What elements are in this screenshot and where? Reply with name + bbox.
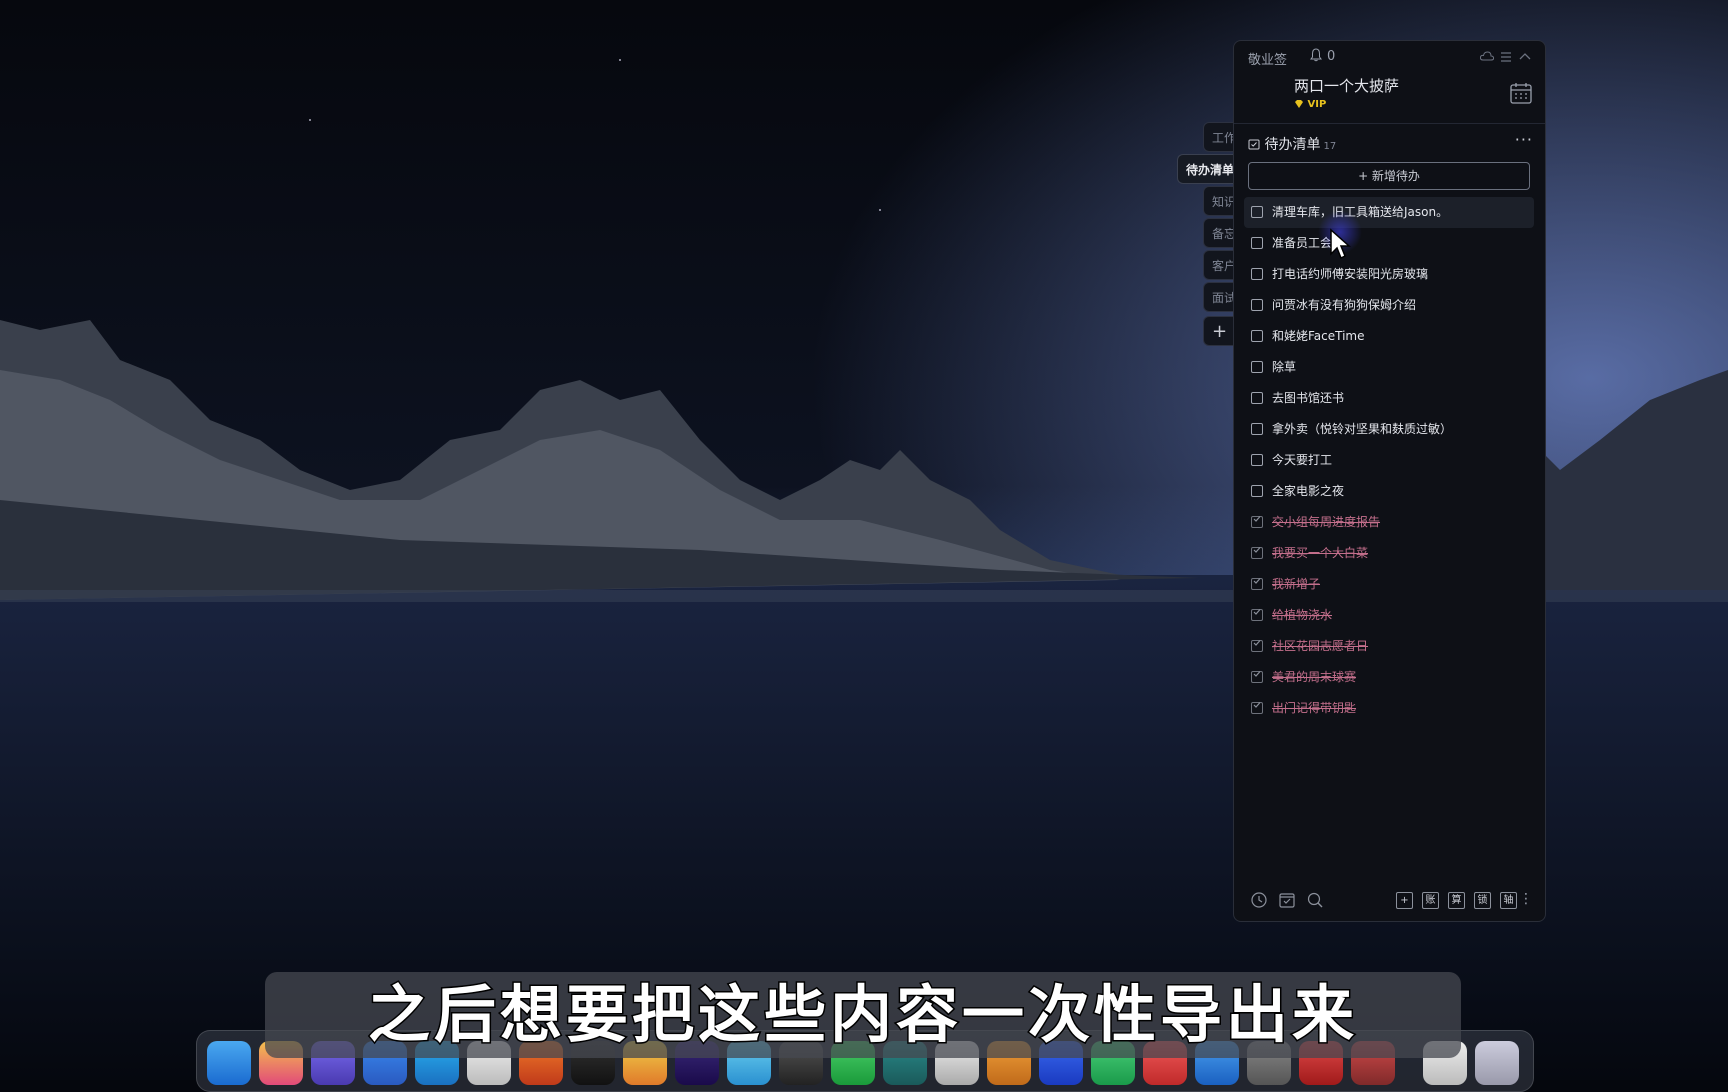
todo-checkbox[interactable] — [1251, 237, 1263, 249]
add-note-button[interactable]: + — [1396, 892, 1413, 909]
list-header: 待办清单 17 ··· — [1248, 130, 1533, 154]
trash-icon[interactable] — [1475, 1041, 1519, 1085]
divider — [1234, 123, 1545, 124]
video-subtitle: 之后想要把这些内容一次性导出来 — [265, 972, 1461, 1058]
todo-panel: 敬业签 0 两口一个大披萨 VIP 待办清单 17 ··· + 新增待办 清理车… — [1233, 40, 1546, 922]
todo-checkbox-checked[interactable] — [1251, 547, 1263, 559]
accounting-button[interactable]: 账 — [1422, 892, 1439, 909]
list-title: 待办清单 — [1264, 137, 1321, 153]
app-name: 敬业签 — [1248, 53, 1288, 68]
todo-list: 清理车库，旧工具箱送给Jason。 准备员工会 打电话约师傅安装阳光房玻璃 问贾… — [1244, 197, 1534, 724]
todo-item[interactable]: 全家电影之夜 — [1244, 476, 1534, 507]
check-icon — [1253, 547, 1261, 553]
todo-item[interactable]: 去图书馆还书 — [1244, 383, 1534, 414]
check-icon — [1253, 640, 1261, 646]
check-icon — [1253, 578, 1261, 584]
diamond-icon — [1295, 100, 1303, 108]
add-tab-button[interactable]: + — [1203, 316, 1235, 346]
lock-button[interactable]: 锁 — [1474, 892, 1491, 909]
more-menu-button[interactable]: ⋮ — [1519, 891, 1533, 907]
check-icon — [1253, 609, 1261, 615]
more-options-button[interactable]: ··· — [1515, 130, 1533, 149]
todo-item[interactable]: 打电话约师傅安装阳光房玻璃 — [1244, 259, 1534, 290]
checklist-icon — [1248, 139, 1260, 150]
todo-text: 拿外卖（悦铃对坚果和麸质过敏） — [1272, 422, 1453, 436]
notification-count: 0 — [1327, 49, 1336, 64]
todo-text: 我要买一个大白菜 — [1272, 546, 1369, 560]
todo-item-done[interactable]: 我要买一个大白菜 — [1244, 538, 1534, 569]
user-name: 两口一个大披萨 — [1294, 77, 1400, 95]
todo-item[interactable]: 拿外卖（悦铃对坚果和麸质过敏） — [1244, 414, 1534, 445]
todo-item[interactable]: 准备员工会 — [1244, 228, 1534, 259]
todo-item-done[interactable]: 社区花园志愿者日 — [1244, 631, 1534, 662]
calculator-button[interactable]: 算 — [1448, 892, 1465, 909]
todo-text: 今天要打工 — [1272, 453, 1333, 467]
todo-text: 我新增子 — [1272, 577, 1321, 591]
panel-topbar: 敬业签 0 — [1248, 47, 1533, 69]
check-icon — [1253, 702, 1261, 708]
todo-text: 除草 — [1272, 360, 1297, 374]
todo-text: 全家电影之夜 — [1272, 484, 1345, 498]
timeline-button[interactable]: 轴 — [1500, 892, 1517, 909]
todo-item[interactable]: 除草 — [1244, 352, 1534, 383]
checklist-icon[interactable] — [1278, 891, 1296, 909]
todo-checkbox[interactable] — [1251, 454, 1263, 466]
moon-icon — [234, 24, 292, 88]
todo-item-done[interactable]: 我新增子 — [1244, 569, 1534, 600]
search-icon[interactable] — [1306, 891, 1324, 909]
todo-checkbox[interactable] — [1251, 299, 1263, 311]
todo-text: 社区花园志愿者日 — [1272, 639, 1369, 653]
todo-checkbox[interactable] — [1251, 206, 1263, 218]
todo-text: 给植物浇水 — [1272, 608, 1333, 622]
user-profile[interactable]: 两口一个大披萨 VIP — [1294, 75, 1399, 110]
todo-checkbox-checked[interactable] — [1251, 671, 1263, 683]
todo-text: 问贾冰有没有狗狗保姆介绍 — [1272, 298, 1417, 312]
history-icon[interactable] — [1250, 891, 1268, 909]
todo-item[interactable]: 今天要打工 — [1244, 445, 1534, 476]
vip-badge: VIP — [1294, 99, 1399, 110]
todo-text: 清理车库，旧工具箱送给Jason。 — [1272, 205, 1449, 219]
todo-checkbox[interactable] — [1251, 423, 1263, 435]
todo-item-done[interactable]: 给植物浇水 — [1244, 600, 1534, 631]
list-count: 17 — [1323, 141, 1337, 152]
check-icon — [1253, 516, 1261, 522]
todo-checkbox[interactable] — [1251, 392, 1263, 404]
collapse-icon[interactable] — [1517, 49, 1533, 65]
todo-checkbox-checked[interactable] — [1251, 516, 1263, 528]
todo-item-done[interactable]: 出门记得带钥匙 — [1244, 693, 1534, 724]
cloud-sync-icon[interactable] — [1479, 49, 1495, 65]
todo-text: 和姥姥FaceTime — [1272, 329, 1365, 343]
todo-item[interactable]: 和姥姥FaceTime — [1244, 321, 1534, 352]
calendar-icon[interactable] — [1509, 81, 1533, 105]
todo-text: 打电话约师傅安装阳光房玻璃 — [1272, 267, 1429, 281]
todo-text: 出门记得带钥匙 — [1272, 701, 1357, 715]
todo-checkbox-checked[interactable] — [1251, 640, 1263, 652]
vip-label: VIP — [1307, 99, 1327, 110]
todo-checkbox[interactable] — [1251, 485, 1263, 497]
todo-text: 美君的周末球赛 — [1272, 670, 1357, 684]
add-todo-button[interactable]: + 新增待办 — [1248, 162, 1530, 190]
todo-checkbox[interactable] — [1251, 361, 1263, 373]
mouse-cursor-icon — [1330, 228, 1351, 260]
todo-item-done[interactable]: 美君的周末球赛 — [1244, 662, 1534, 693]
todo-checkbox[interactable] — [1251, 330, 1263, 342]
todo-item[interactable]: 问贾冰有没有狗狗保姆介绍 — [1244, 290, 1534, 321]
check-icon — [1253, 671, 1261, 677]
todo-item[interactable]: 清理车库，旧工具箱送给Jason。 — [1244, 197, 1534, 228]
bottom-toolbar: + 账 算 锁 轴 ⋮ — [1248, 891, 1533, 913]
bell-icon[interactable] — [1310, 48, 1322, 62]
todo-text: 去图书馆还书 — [1272, 391, 1345, 405]
todo-checkbox-checked[interactable] — [1251, 609, 1263, 621]
todo-checkbox[interactable] — [1251, 268, 1263, 280]
todo-checkbox-checked[interactable] — [1251, 578, 1263, 590]
finder-icon[interactable] — [207, 1041, 251, 1085]
todo-item-done[interactable]: 交小组每周进度报告 — [1244, 507, 1534, 538]
todo-checkbox-checked[interactable] — [1251, 702, 1263, 714]
menu-icon[interactable] — [1498, 49, 1514, 65]
todo-text: 交小组每周进度报告 — [1272, 515, 1381, 529]
